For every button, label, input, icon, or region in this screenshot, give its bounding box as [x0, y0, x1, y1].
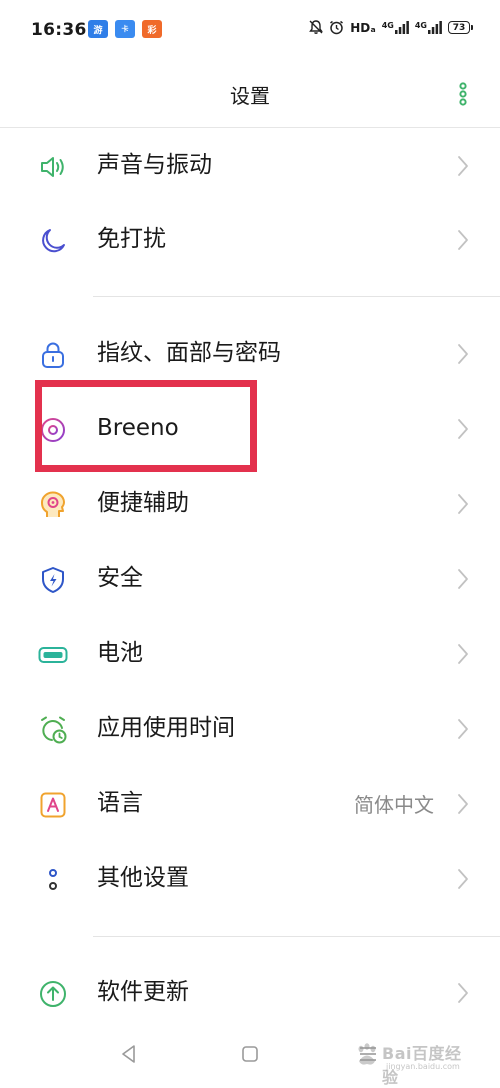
chevron-right-icon: [458, 494, 468, 514]
notification-app-icons: 游 卡 彩: [88, 20, 162, 38]
speaker-icon: [41, 157, 64, 177]
app-notification-icon: 卡: [115, 20, 135, 38]
current-language-value: 简体中文: [354, 793, 434, 817]
chevron-right-icon: [458, 230, 468, 250]
signal-strength-icon: 4G: [415, 21, 442, 34]
chevron-right-icon: [458, 983, 468, 1003]
lock-icon: [42, 342, 64, 368]
language-icon: [40, 792, 66, 818]
dots-icon: [49, 869, 57, 890]
app-notification-icon: 彩: [142, 20, 162, 38]
hd-indicator: HDₐ: [350, 20, 376, 35]
settings-item-label: 便捷辅助: [97, 490, 189, 516]
section-divider: [93, 936, 500, 937]
settings-item-label: 安全: [97, 565, 143, 591]
settings-item-sound-vibration[interactable]: 声音与振动: [0, 129, 500, 201]
system-navigation-bar: Bai百度经验 jingyan.baidu.com: [0, 1028, 500, 1087]
accessibility-head-icon: [40, 491, 65, 517]
back-nav-icon[interactable]: [117, 1042, 141, 1066]
chevron-right-icon: [458, 719, 468, 739]
baidu-jingyan-watermark: Bai百度经验 jingyan.baidu.com: [354, 1038, 474, 1087]
chevron-right-icon: [458, 869, 468, 889]
bell-muted-icon: [309, 20, 324, 34]
moon-icon: [42, 229, 65, 253]
chevron-right-icon: [458, 794, 468, 814]
chevron-right-icon: [458, 419, 468, 439]
baidu-paw-logo: [358, 1043, 376, 1065]
settings-item-other-settings[interactable]: 其他设置: [0, 842, 500, 914]
watermark-url: jingyan.baidu.com: [386, 1062, 460, 1071]
settings-item-label: 免打扰: [97, 226, 166, 252]
settings-item-accessibility[interactable]: 便捷辅助: [0, 467, 500, 539]
section-divider: [93, 296, 500, 297]
settings-item-label: 电池: [97, 640, 143, 666]
settings-item-security[interactable]: 安全: [0, 542, 500, 614]
settings-item-do-not-disturb[interactable]: 免打扰: [0, 203, 500, 275]
battery-level-icon: 73: [448, 21, 473, 34]
settings-item-label: 语言: [97, 790, 143, 816]
chevron-right-icon: [458, 156, 468, 176]
chevron-right-icon: [458, 344, 468, 364]
alarm-clock-icon: [41, 716, 67, 744]
settings-item-label: 软件更新: [97, 979, 189, 1005]
battery-icon: [38, 647, 68, 663]
app-header: 设置: [0, 58, 500, 128]
chevron-right-icon: [458, 569, 468, 589]
settings-item-fingerprint-face-password[interactable]: 指纹、面部与密码: [0, 317, 500, 389]
settings-item-label: 指纹、面部与密码: [97, 340, 281, 366]
home-nav-icon[interactable]: [238, 1042, 262, 1066]
highlight-annotation-box: [35, 380, 257, 472]
settings-item-software-update[interactable]: 软件更新: [0, 956, 500, 1028]
shield-icon: [42, 567, 64, 593]
settings-item-label: 应用使用时间: [97, 715, 235, 741]
settings-item-battery[interactable]: 电池: [0, 617, 500, 689]
update-icon: [40, 981, 66, 1007]
status-indicators: HDₐ 4G 4G 73: [309, 20, 473, 35]
status-bar: 16:36 游 卡 彩 HDₐ 4G 4G 73: [0, 0, 500, 58]
chevron-right-icon: [458, 644, 468, 664]
settings-item-label: 其他设置: [97, 865, 189, 891]
status-time: 16:36: [31, 20, 87, 40]
settings-item-app-usage-time[interactable]: 应用使用时间: [0, 692, 500, 764]
page-title: 设置: [230, 84, 270, 108]
settings-item-language[interactable]: 语言 简体中文: [0, 767, 500, 839]
app-notification-icon: 游: [88, 20, 108, 38]
more-options-icon[interactable]: [458, 82, 468, 106]
settings-item-label: 声音与振动: [97, 152, 212, 178]
signal-strength-icon: 4G: [382, 21, 409, 34]
alarm-icon: [330, 20, 344, 35]
